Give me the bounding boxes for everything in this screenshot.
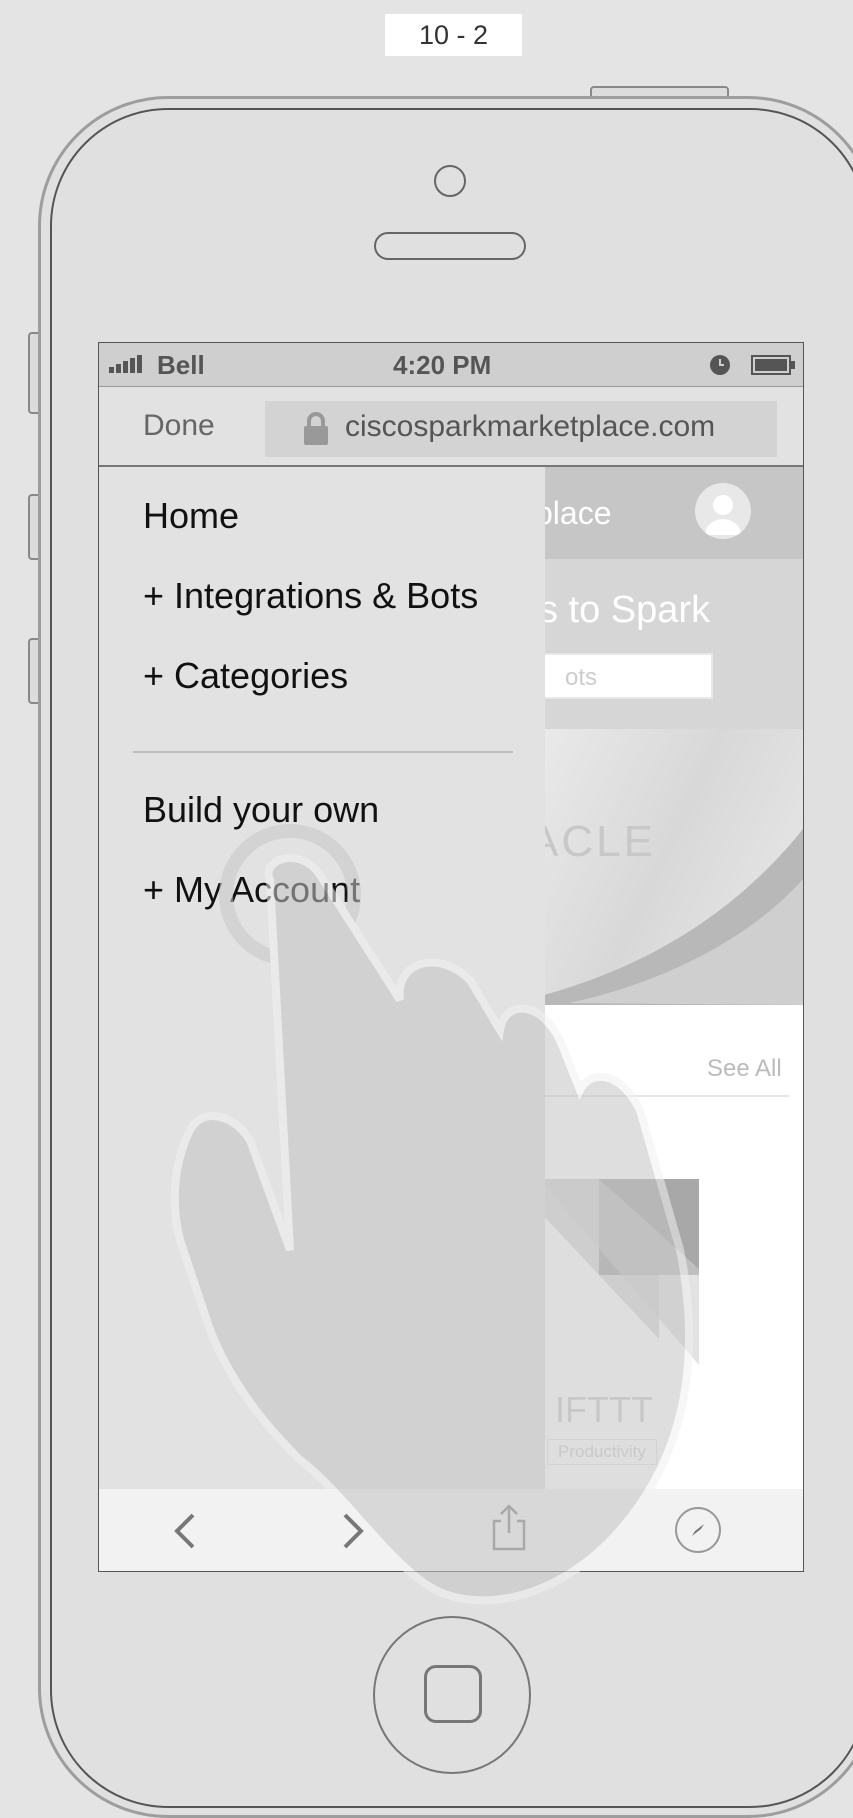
signal-icon	[109, 355, 142, 373]
carrier-label: Bell	[157, 350, 205, 380]
compass-icon[interactable]	[673, 1505, 723, 1555]
clock-icon	[710, 355, 730, 375]
site-title-fragment: place	[535, 495, 612, 531]
menu-item-categories[interactable]: + Categories	[143, 655, 348, 697]
menu-item-integrations-bots[interactable]: + Integrations & Bots	[143, 575, 478, 617]
card-title: IFTTT	[555, 1389, 653, 1430]
share-icon[interactable]	[491, 1503, 527, 1551]
status-bar: Bell 4:20 PM	[99, 343, 803, 387]
browser-toolbar	[99, 1489, 803, 1571]
avatar-icon[interactable]	[695, 483, 751, 539]
url-field[interactable]: ciscosparkmarketplace.com	[265, 401, 777, 457]
menu-item-home[interactable]: Home	[143, 495, 239, 537]
page-label: 10 - 2	[385, 14, 522, 56]
url-text: ciscosparkmarketplace.com	[345, 410, 716, 443]
banner-swoosh-graphic	[529, 829, 803, 1005]
done-button[interactable]: Done	[143, 409, 215, 443]
menu-item-my-account[interactable]: + My Account	[143, 869, 360, 911]
earpiece-speaker	[374, 232, 526, 260]
status-time: 4:20 PM	[393, 350, 492, 380]
battery-icon	[751, 355, 795, 375]
lock-icon	[304, 412, 328, 445]
forward-icon[interactable]	[339, 1511, 367, 1551]
see-all-link[interactable]: See All	[707, 1055, 782, 1083]
card-tag: Productivity	[547, 1439, 657, 1465]
menu-divider	[133, 751, 513, 753]
home-button-square-icon	[424, 1665, 482, 1723]
hero-text-fragment: s to Spark	[539, 589, 711, 631]
side-menu: Home + Integrations & Bots + Categories …	[99, 467, 545, 1489]
phone-screen: Bell 4:20 PM Done ciscosparkmarketplace.…	[98, 342, 804, 1572]
front-camera	[434, 165, 466, 197]
menu-item-build-your-own[interactable]: Build your own	[143, 789, 379, 831]
back-icon[interactable]	[171, 1511, 199, 1551]
search-placeholder-fragment: ots	[565, 664, 598, 691]
